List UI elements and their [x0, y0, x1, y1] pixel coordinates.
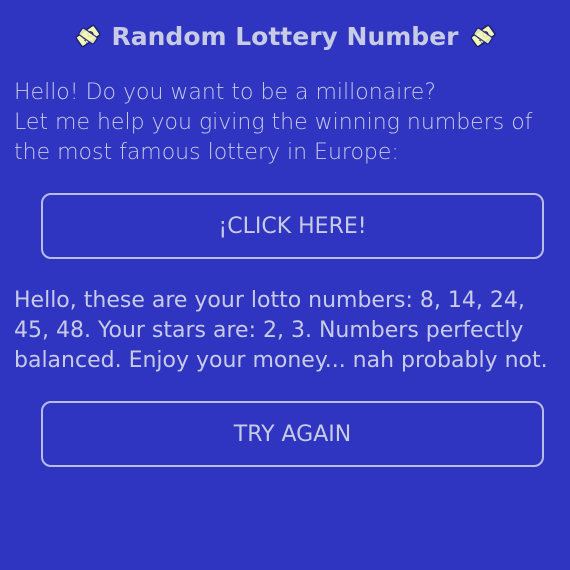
click-here-button[interactable]: ¡CLICK HERE!: [41, 193, 544, 259]
intro-line-1: Hello! Do you want to be a millonaire?: [14, 80, 437, 105]
intro-text: Hello! Do you want to be a millonaire? L…: [14, 78, 566, 168]
intro-line-2: Let me help you giving the winning numbe…: [14, 110, 533, 165]
lotto-result-text: Hello, these are your lotto numbers: 8, …: [14, 288, 548, 373]
page-header: Random Lottery Number: [0, 18, 570, 54]
ticket-icon: [74, 22, 102, 50]
ticket-icon: [469, 22, 497, 50]
page-title: Random Lottery Number: [111, 21, 459, 51]
try-again-button[interactable]: TRY AGAIN: [41, 401, 544, 467]
